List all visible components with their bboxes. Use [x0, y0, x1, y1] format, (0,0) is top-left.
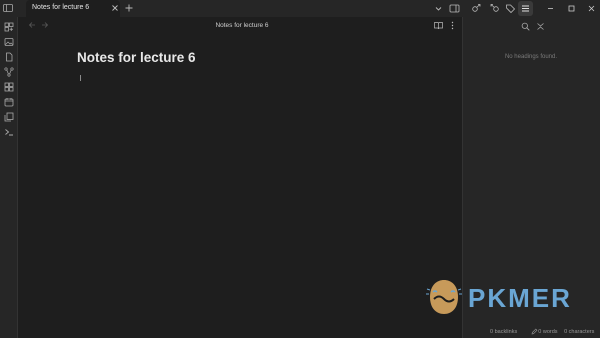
maximize-icon[interactable] [566, 3, 577, 14]
pkmer-logo-icon [426, 280, 462, 314]
templates-icon[interactable] [4, 112, 14, 122]
outgoing-links-icon[interactable] [489, 3, 500, 14]
view-header-title[interactable]: Notes for lecture 6 [180, 22, 304, 29]
tags-icon[interactable] [505, 3, 516, 14]
calendar-icon[interactable] [4, 97, 14, 107]
image-icon[interactable] [4, 37, 14, 47]
outline-icon[interactable] [520, 3, 531, 14]
pkmer-watermark-text: PKMER [468, 283, 572, 313]
status-bar: 0 backlinks 0 words 0 characters [490, 329, 599, 335]
reading-view-icon[interactable] [434, 21, 443, 30]
left-sidebar-toggle-icon[interactable] [3, 3, 13, 13]
backlinks-count[interactable]: 0 backlinks [490, 329, 517, 335]
tab-list-chevron-icon[interactable] [433, 3, 444, 14]
tab-close-icon[interactable] [110, 3, 120, 13]
new-tab-icon[interactable] [124, 3, 134, 13]
minimize-icon[interactable] [545, 3, 556, 14]
file-icon[interactable] [4, 52, 14, 62]
command-palette-icon[interactable] [4, 127, 14, 137]
quick-switcher-icon[interactable] [4, 22, 14, 32]
pencil-icon[interactable] [531, 328, 538, 335]
note-title[interactable]: Notes for lecture 6 [77, 50, 196, 65]
tab-label[interactable]: Notes for lecture 6 [32, 4, 89, 11]
left-ribbon [0, 17, 18, 338]
outline-empty-message: No headings found. [504, 54, 558, 60]
navigate-forward-icon[interactable] [41, 21, 49, 29]
canvas-icon[interactable] [4, 82, 14, 92]
navigate-back-icon[interactable] [28, 21, 36, 29]
graph-view-icon[interactable] [4, 67, 14, 77]
search-icon[interactable] [521, 22, 530, 31]
character-count: 0 characters [564, 329, 595, 335]
more-options-icon[interactable] [450, 21, 455, 30]
text-cursor [80, 75, 81, 81]
word-count: 0 words [538, 329, 558, 335]
collapse-all-icon[interactable] [536, 22, 545, 31]
right-sidebar-toggle-icon[interactable] [449, 3, 460, 14]
backlinks-icon[interactable] [471, 3, 482, 14]
close-window-icon[interactable] [586, 3, 597, 14]
